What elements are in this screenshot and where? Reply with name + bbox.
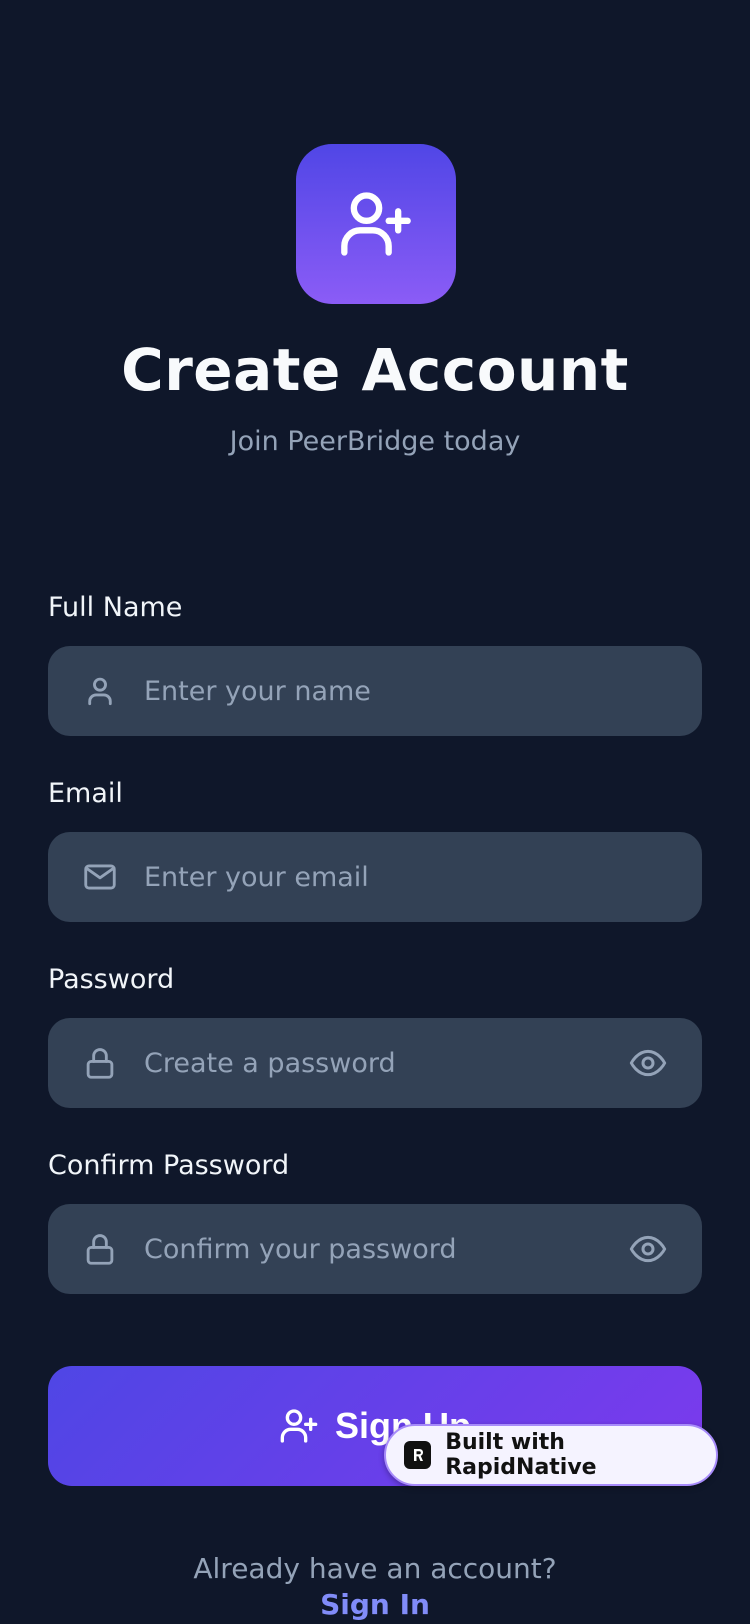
lock-icon	[80, 1229, 120, 1269]
app-logo	[296, 144, 456, 304]
confirm-password-input[interactable]	[144, 1204, 626, 1294]
password-field[interactable]	[48, 1018, 702, 1108]
eye-icon	[629, 1235, 667, 1263]
password-visibility-toggle[interactable]	[626, 1041, 670, 1085]
confirm-password-visibility-toggle[interactable]	[626, 1227, 670, 1271]
page-title: Create Account	[121, 336, 629, 404]
page-subtitle: Join PeerBridge today	[229, 426, 521, 457]
confirm-password-field[interactable]	[48, 1204, 702, 1294]
sign-in-link[interactable]: Sign In	[0, 1588, 750, 1621]
confirm-password-label: Confirm Password	[48, 1150, 290, 1181]
already-have-account-text: Already have an account?	[193, 1552, 557, 1585]
user-icon	[80, 671, 120, 711]
lock-icon	[80, 1043, 120, 1083]
email-label: Email	[48, 778, 123, 809]
password-input[interactable]	[144, 1018, 626, 1108]
built-with-text: Built with RapidNative	[445, 1430, 597, 1480]
email-input[interactable]	[144, 832, 702, 922]
email-field[interactable]	[48, 832, 702, 922]
full-name-label: Full Name	[48, 592, 183, 623]
user-plus-icon	[280, 1409, 318, 1443]
mail-icon	[80, 857, 120, 897]
rapidnative-logo-icon	[404, 1441, 432, 1469]
full-name-input[interactable]	[144, 646, 702, 736]
signup-screen: Create Account Join PeerBridge today Ful…	[0, 0, 750, 1624]
full-name-field[interactable]	[48, 646, 702, 736]
eye-icon	[629, 1049, 667, 1077]
built-with-badge[interactable]: Built with RapidNative	[384, 1424, 718, 1486]
password-label: Password	[48, 964, 175, 995]
user-plus-icon	[341, 192, 411, 256]
